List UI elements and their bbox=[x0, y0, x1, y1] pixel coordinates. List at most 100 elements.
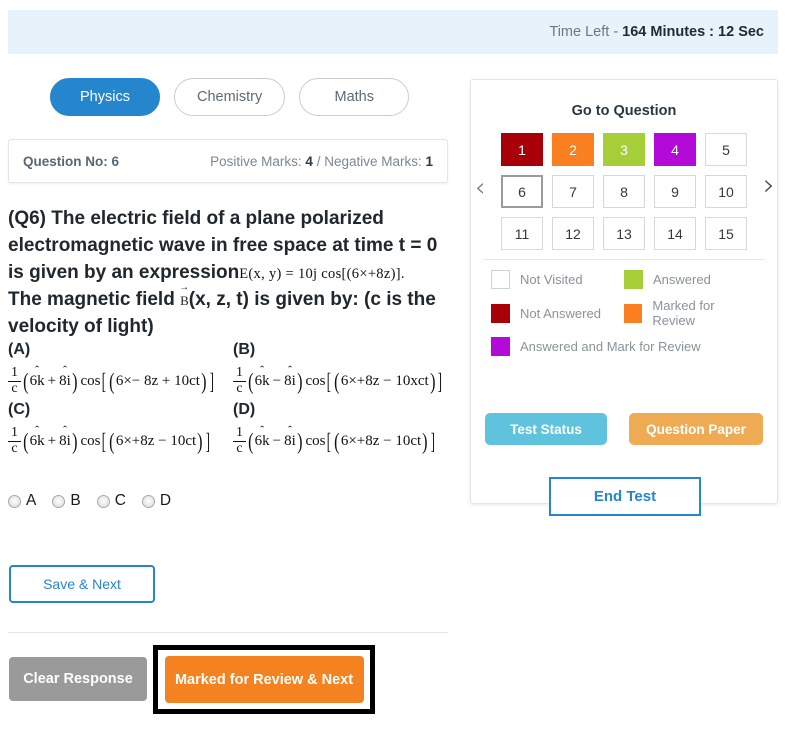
option-d[interactable]: (D) 1 c ( 6k − 8i ) cos [ ( 6×+8z − 10ct… bbox=[233, 401, 458, 461]
question-cell-7[interactable]: 7 bbox=[552, 175, 594, 208]
tab-chemistry[interactable]: Chemistry bbox=[174, 78, 286, 116]
close-paren: ) bbox=[71, 368, 78, 394]
question-grid-row: 6 7 8 9 10 bbox=[477, 175, 771, 208]
unit-vector-k: 6k bbox=[255, 373, 270, 390]
question-cell-3[interactable]: 3 bbox=[603, 133, 645, 166]
fraction: 1 c bbox=[8, 425, 21, 456]
test-status-button[interactable]: Test Status bbox=[485, 413, 607, 445]
question-cell-9[interactable]: 9 bbox=[654, 175, 696, 208]
option-c-letter: (C) bbox=[8, 401, 31, 418]
cos-argument: 6×+8z − 10ct bbox=[115, 432, 197, 449]
question-line-5: velocity of light) bbox=[8, 315, 154, 337]
clear-response-button[interactable]: Clear Response bbox=[9, 657, 147, 701]
open-paren: ( bbox=[248, 428, 254, 454]
radio-circle-icon[interactable] bbox=[96, 494, 110, 508]
option-a[interactable]: (A) 1 c ( 6k + 8i ) cos [ ( 6×− 8z + 10c… bbox=[8, 341, 233, 401]
question-navigation-panel: Go to Question ‹ › 1 2 3 4 5 6 7 8 9 10 … bbox=[470, 79, 778, 504]
question-grid: ‹ › 1 2 3 4 5 6 7 8 9 10 11 12 13 14 15 bbox=[471, 133, 777, 250]
marks-label: Positive Marks: 4 / Negative Marks: 1 bbox=[210, 154, 433, 169]
open-paren-inner: ( bbox=[334, 368, 340, 394]
sign-operator: − bbox=[272, 432, 282, 449]
question-cell-6[interactable]: 6 bbox=[501, 175, 543, 208]
tab-physics[interactable]: Physics bbox=[50, 78, 160, 116]
question-cell-8[interactable]: 8 bbox=[603, 175, 645, 208]
option-d-letter: (D) bbox=[233, 401, 256, 418]
marked-for-review-and-next-button[interactable]: Marked for Review & Next bbox=[164, 656, 364, 703]
fraction-numerator: 1 bbox=[233, 425, 246, 442]
radio-option-c[interactable]: C bbox=[96, 492, 126, 510]
question-paper-button[interactable]: Question Paper bbox=[629, 413, 763, 445]
question-cell-1[interactable]: 1 bbox=[501, 133, 543, 166]
fraction-numerator: 1 bbox=[8, 365, 21, 382]
fraction: 1 c bbox=[233, 365, 246, 396]
close-bracket: ] bbox=[205, 428, 210, 454]
question-cell-10[interactable]: 10 bbox=[705, 175, 747, 208]
question-number-label: Question No: 6 bbox=[23, 153, 120, 169]
close-paren: ) bbox=[296, 428, 303, 454]
question-cell-13[interactable]: 13 bbox=[603, 217, 645, 250]
question-cell-12[interactable]: 12 bbox=[552, 217, 594, 250]
question-line-4-prefix: The magnetic field bbox=[8, 288, 181, 310]
chevron-right-icon[interactable]: › bbox=[763, 171, 775, 201]
cos-function: cos bbox=[305, 372, 326, 389]
sign-operator: + bbox=[47, 372, 57, 389]
radio-circle-icon[interactable] bbox=[141, 494, 155, 508]
open-bracket: [ bbox=[327, 428, 332, 454]
question-grid-row: 11 12 13 14 15 bbox=[477, 217, 771, 250]
positive-marks-prefix: Positive Marks: bbox=[210, 153, 306, 169]
radio-option-b[interactable]: B bbox=[52, 492, 81, 510]
section-divider bbox=[8, 632, 448, 633]
panel-buttons: Test Status Question Paper bbox=[471, 413, 777, 445]
timer-value: 164 Minutes : 12 Sec bbox=[622, 24, 764, 40]
subject-tabs: Physics Chemistry Maths bbox=[50, 78, 410, 116]
end-test-button[interactable]: End Test bbox=[549, 477, 701, 516]
swatch-answered-icon bbox=[624, 270, 643, 289]
option-b-letter: (B) bbox=[233, 341, 256, 358]
save-and-next-button[interactable]: Save & Next bbox=[9, 565, 155, 603]
question-cell-5[interactable]: 5 bbox=[705, 133, 747, 166]
sign-operator: − bbox=[272, 372, 282, 389]
unit-vector-k: 6k bbox=[255, 433, 270, 450]
question-cell-11[interactable]: 11 bbox=[501, 217, 543, 250]
timer-bar: Time Left - 164 Minutes : 12 Sec bbox=[8, 10, 778, 54]
legend-answered-and-marked-label: Answered and Mark for Review bbox=[520, 339, 701, 354]
legend-row: Not Visited Answered bbox=[491, 270, 757, 289]
chevron-left-icon[interactable]: ‹ bbox=[475, 175, 485, 201]
timer-label: Time Left - bbox=[549, 24, 619, 40]
legend-answered-label: Answered bbox=[653, 272, 711, 287]
question-cell-14[interactable]: 14 bbox=[654, 217, 696, 250]
open-paren: ( bbox=[23, 368, 29, 394]
cos-function: cos bbox=[80, 432, 101, 449]
radio-option-d[interactable]: D bbox=[141, 492, 171, 510]
legend-not-answered: Not Answered bbox=[491, 298, 624, 328]
panel-title: Go to Question bbox=[571, 103, 677, 119]
question-cell-15[interactable]: 15 bbox=[705, 217, 747, 250]
radio-option-c-label: C bbox=[114, 492, 126, 509]
cos-argument: 6×− 8z + 10ct bbox=[115, 372, 200, 389]
radio-circle-icon[interactable] bbox=[8, 494, 21, 508]
option-b-formula: 1 c ( 6k − 8i ) cos [ ( 6×+8z − 10xct ) … bbox=[233, 361, 458, 401]
radio-circle-icon[interactable] bbox=[52, 494, 66, 508]
radio-option-a[interactable]: A bbox=[8, 492, 36, 510]
unit-vector-i: 8i bbox=[59, 373, 71, 390]
option-c[interactable]: (C) 1 c ( 6k + 8i ) cos [ ( 6×+8z − 10ct… bbox=[8, 401, 233, 461]
legend-not-answered-label: Not Answered bbox=[520, 305, 601, 321]
close-paren: ) bbox=[71, 428, 78, 454]
option-b[interactable]: (B) 1 c ( 6k − 8i ) cos [ ( 6×+8z − 10xc… bbox=[233, 341, 458, 401]
unit-vector-i: 8i bbox=[284, 433, 296, 450]
question-cell-2[interactable]: 2 bbox=[552, 133, 594, 166]
fraction-numerator: 1 bbox=[8, 425, 21, 442]
close-paren-inner: ) bbox=[197, 428, 203, 454]
legend-not-visited: Not Visited bbox=[491, 270, 624, 289]
status-legend: Not Visited Answered Not Answered Marked… bbox=[471, 270, 777, 356]
radio-option-a-label: A bbox=[26, 492, 37, 509]
question-meta-bar: Question No: 6 Positive Marks: 4 / Negat… bbox=[8, 139, 448, 183]
swatch-answered-and-marked-icon bbox=[491, 337, 510, 356]
close-paren-inner: ) bbox=[422, 428, 428, 454]
options-row-cd: (C) 1 c ( 6k + 8i ) cos [ ( 6×+8z − 10ct… bbox=[8, 401, 458, 461]
marked-for-review-highlight: Marked for Review & Next bbox=[153, 645, 375, 714]
tab-maths[interactable]: Maths bbox=[299, 78, 410, 116]
fraction-denominator: c bbox=[236, 380, 243, 396]
unit-vector-i: 8i bbox=[59, 433, 71, 450]
question-cell-4[interactable]: 4 bbox=[654, 133, 696, 166]
